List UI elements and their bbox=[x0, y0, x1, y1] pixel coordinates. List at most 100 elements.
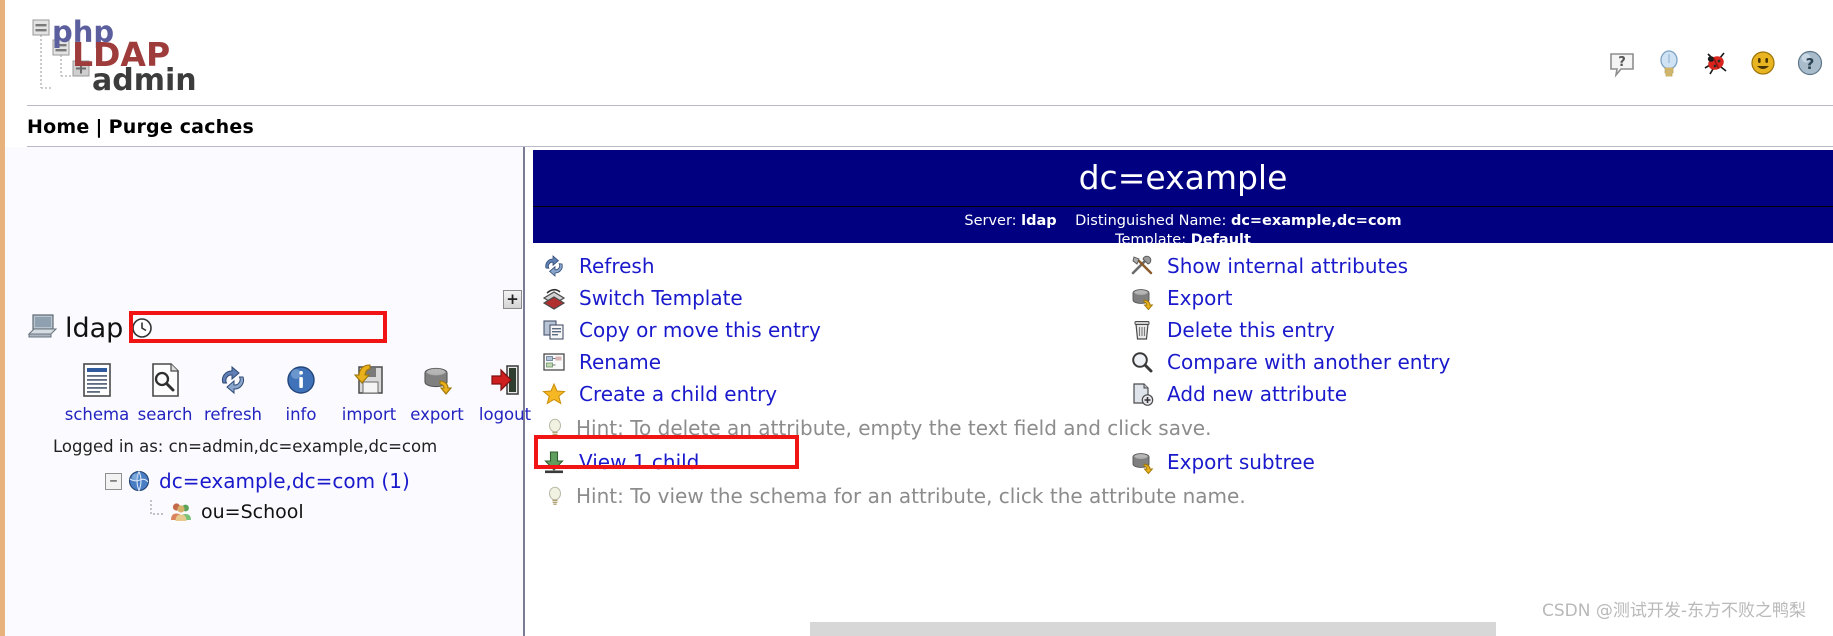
action-row: Create a child entry Add new attribute bbox=[533, 378, 1833, 410]
sidebar-tool-refresh[interactable]: refresh bbox=[199, 359, 267, 424]
breadcrumb: Home | Purge caches bbox=[27, 112, 254, 142]
action-compare-entry[interactable]: Compare with another entry bbox=[1121, 349, 1450, 375]
action-label[interactable]: Copy or move this entry bbox=[579, 318, 821, 342]
sidebar-tool-label: import bbox=[341, 405, 397, 424]
tree-node-label: dc=example,dc=com (1) bbox=[159, 469, 410, 493]
action-label[interactable]: Add new attribute bbox=[1167, 382, 1347, 406]
compare-icon bbox=[1129, 349, 1155, 375]
export-icon bbox=[1129, 285, 1155, 311]
action-label[interactable]: Switch Template bbox=[579, 286, 743, 310]
svg-text:?: ? bbox=[1618, 55, 1626, 70]
action-export-subtree[interactable]: Export subtree bbox=[1121, 449, 1315, 475]
refresh-icon bbox=[541, 253, 567, 279]
action-label[interactable]: Export bbox=[1167, 286, 1232, 310]
action-switch-template[interactable]: Switch Template bbox=[533, 285, 1121, 311]
main-panel: dc=example Server: ldap Distinguished Na… bbox=[533, 147, 1833, 636]
scrollbar-thumb[interactable] bbox=[810, 622, 1496, 636]
sidebar-server-row[interactable]: ldap bbox=[27, 312, 153, 344]
breadcrumb-home[interactable]: Home bbox=[27, 116, 89, 138]
star-icon bbox=[541, 381, 567, 407]
logged-in-as: Logged in as: cn=admin,dc=example,dc=com bbox=[53, 437, 438, 456]
action-view-children[interactable]: View 1 child bbox=[533, 449, 1121, 475]
action-row: Refresh Show internal attributes bbox=[533, 250, 1833, 282]
server-computer-icon bbox=[27, 312, 58, 344]
switch-template-icon bbox=[541, 285, 567, 311]
app-window: php LDAP admin ? ? Home | Purge caches l… bbox=[0, 0, 1833, 636]
action-row: Rename Compare with another entry bbox=[533, 346, 1833, 378]
smiley-icon[interactable] bbox=[1748, 48, 1778, 78]
dn-value: dc=example,dc=com bbox=[1230, 213, 1402, 229]
tree-node-root[interactable]: − dc=example,dc=com (1) bbox=[105, 465, 505, 497]
action-refresh[interactable]: Refresh bbox=[533, 253, 1121, 279]
hint-row-delete-attribute: Hint: To delete an attribute, empty the … bbox=[533, 410, 1833, 446]
phpldapadmin-logo: php LDAP admin bbox=[30, 12, 220, 94]
hint-text: Hint: To delete an attribute, empty the … bbox=[576, 416, 1212, 440]
collapse-toggle-icon[interactable]: − bbox=[105, 472, 122, 490]
lightbulb-icon[interactable] bbox=[1654, 48, 1684, 78]
refresh-icon bbox=[212, 359, 254, 401]
sidebar-tool-label: info bbox=[285, 405, 317, 424]
sidebar-tool-export[interactable]: export bbox=[403, 359, 471, 424]
help-tooltip-icon[interactable]: ? bbox=[1607, 48, 1637, 78]
bug-icon[interactable] bbox=[1701, 48, 1731, 78]
app-header: php LDAP admin ? ? bbox=[5, 0, 1833, 106]
action-export[interactable]: Export bbox=[1121, 285, 1232, 311]
breadcrumb-purge-caches[interactable]: Purge caches bbox=[109, 116, 254, 138]
hint-view-schema: Hint: To view the schema for an attribut… bbox=[533, 484, 1246, 508]
action-add-new-attribute[interactable]: Add new attribute bbox=[1121, 381, 1347, 407]
action-delete-entry[interactable]: Delete this entry bbox=[1121, 317, 1335, 343]
action-label[interactable]: View 1 child bbox=[579, 450, 699, 474]
action-show-internal-attributes[interactable]: Show internal attributes bbox=[1121, 253, 1408, 279]
clock-icon[interactable] bbox=[131, 317, 153, 339]
schema-icon bbox=[76, 359, 118, 401]
watermark: CSDN @测试开发-东方不败之鸭梨 bbox=[1541, 601, 1806, 621]
help-sphere-icon[interactable]: ? bbox=[1795, 48, 1825, 78]
lightbulb-icon bbox=[544, 417, 566, 439]
server-value: ldap bbox=[1021, 213, 1057, 229]
tree-elbow-line bbox=[147, 500, 167, 524]
sidebar-tool-search[interactable]: search bbox=[131, 359, 199, 424]
export-icon bbox=[1129, 449, 1155, 475]
action-rename[interactable]: Rename bbox=[533, 349, 1121, 375]
action-label[interactable]: Show internal attributes bbox=[1167, 254, 1408, 278]
action-label[interactable]: Compare with another entry bbox=[1167, 350, 1450, 374]
download-icon bbox=[541, 449, 567, 475]
sidebar-toolbar: schema search refresh info import export… bbox=[63, 359, 539, 424]
trash-icon bbox=[1129, 317, 1155, 343]
copy-icon bbox=[541, 317, 567, 343]
action-row: Switch Template Export bbox=[533, 282, 1833, 314]
sidebar: ldap schema search refresh info import e… bbox=[5, 147, 531, 636]
action-label[interactable]: Delete this entry bbox=[1167, 318, 1335, 342]
entry-banner: dc=example Server: ldap Distinguished Na… bbox=[533, 150, 1833, 248]
sidebar-tool-schema[interactable]: schema bbox=[63, 359, 131, 424]
action-copy-or-move[interactable]: Copy or move this entry bbox=[533, 317, 1121, 343]
action-create-child-entry[interactable]: Create a child entry bbox=[533, 381, 1121, 407]
template-value: Default bbox=[1190, 232, 1251, 248]
action-row: View 1 child Export subtree bbox=[533, 446, 1833, 478]
template-label: Template: bbox=[1115, 232, 1187, 248]
lightbulb-icon bbox=[544, 485, 566, 507]
svg-text:?: ? bbox=[1806, 55, 1815, 73]
action-label[interactable]: Rename bbox=[579, 350, 661, 374]
dn-label: Distinguished Name: bbox=[1075, 213, 1227, 229]
action-label[interactable]: Create a child entry bbox=[579, 382, 777, 406]
add-attribute-icon bbox=[1129, 381, 1155, 407]
sidebar-tool-logout[interactable]: logout bbox=[471, 359, 539, 424]
sidebar-divider bbox=[523, 147, 525, 636]
tree-node-child[interactable]: ou=School bbox=[105, 497, 505, 527]
tree-node-label: ou=School bbox=[201, 501, 304, 523]
action-label[interactable]: Export subtree bbox=[1167, 450, 1315, 474]
action-label[interactable]: Refresh bbox=[579, 254, 655, 278]
sidebar-tool-info[interactable]: info bbox=[267, 359, 335, 424]
svg-text:admin: admin bbox=[92, 63, 197, 94]
entry-meta: Server: ldap Distinguished Name: dc=exam… bbox=[533, 207, 1833, 250]
action-row: Copy or move this entry Delete this entr… bbox=[533, 314, 1833, 346]
info-icon bbox=[280, 359, 322, 401]
header-icon-bar: ? ? bbox=[1607, 48, 1825, 78]
hint-text: Hint: To view the schema for an attribut… bbox=[576, 484, 1246, 508]
entry-action-list: Refresh Show internal attributes Switch … bbox=[533, 250, 1833, 514]
server-label: Server: bbox=[964, 213, 1017, 229]
sidebar-tool-import[interactable]: import bbox=[335, 359, 403, 424]
sidebar-expand-button[interactable]: + bbox=[503, 290, 522, 309]
entry-title: dc=example bbox=[1078, 158, 1288, 197]
